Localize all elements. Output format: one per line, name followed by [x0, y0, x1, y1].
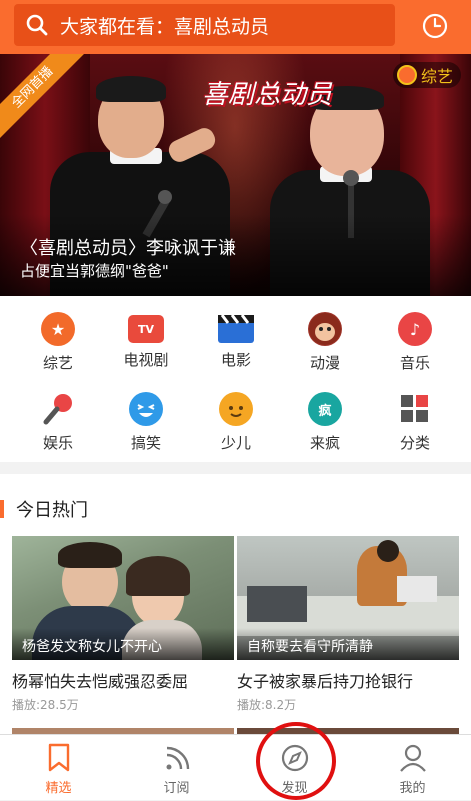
- category-kids[interactable]: 少儿: [196, 376, 276, 456]
- search-placeholder: 大家都在看：喜剧总动员: [60, 15, 270, 38]
- nav-featured[interactable]: 精选: [0, 735, 117, 801]
- clapperboard-icon: [218, 315, 254, 343]
- variety-tag-label: 综艺: [421, 67, 454, 86]
- section-title: 今日热门: [16, 500, 88, 521]
- top-header: 大家都在看：喜剧总动员: [0, 0, 471, 54]
- category-laifeng[interactable]: 疯 来疯: [285, 376, 365, 456]
- banner-title: 〈喜剧总动员〉李咏讽于谦: [20, 238, 236, 259]
- category-anime[interactable]: 动漫: [285, 296, 365, 376]
- category-label: 娱乐: [42, 434, 73, 452]
- category-label: 分类: [399, 434, 430, 452]
- nav-label: 订阅: [163, 781, 190, 796]
- category-label: 音乐: [399, 354, 430, 372]
- category-label: 电视剧: [123, 351, 169, 369]
- category-entertainment[interactable]: 娱乐: [18, 376, 98, 456]
- monkey-icon: [308, 312, 342, 346]
- tv-icon: TV: [128, 315, 164, 343]
- video-title: 女子被家暴后持刀抢银行: [237, 672, 414, 691]
- video-play-count: 播放:8.2万: [237, 698, 297, 712]
- category-movie[interactable]: 电影: [196, 296, 276, 376]
- star-icon: ★: [41, 312, 75, 346]
- category-all[interactable]: 分类: [375, 376, 455, 456]
- user-icon: [399, 744, 426, 772]
- highlight-annotation-circle: [256, 722, 336, 800]
- rss-icon: [166, 746, 189, 770]
- section-accent-bar: [0, 500, 4, 518]
- video-title: 杨幂怕失去恺威强忍委屈: [12, 672, 189, 691]
- video-play-count: 播放:28.5万: [12, 698, 79, 712]
- show-logo: 喜剧总动员: [202, 80, 333, 110]
- youku-logo-icon: [397, 65, 417, 85]
- nav-profile[interactable]: 我的: [354, 735, 471, 801]
- category-variety[interactable]: ★ 综艺: [18, 296, 98, 376]
- laifeng-icon: 疯: [308, 392, 342, 426]
- bottom-navigation: 精选 订阅 发现 我的: [0, 734, 471, 800]
- category-music[interactable]: ♪ 音乐: [375, 296, 455, 376]
- nav-subscribe[interactable]: 订阅: [118, 735, 235, 801]
- category-label: 来疯: [309, 434, 340, 452]
- microphone-icon: [41, 392, 75, 426]
- video-caption: 自称要去看守所清静: [237, 628, 459, 660]
- hot-section: 今日热门 杨爸发文称女儿不开心 杨幂怕失去恺威强忍委屈 播放:28.5万 自称要…: [0, 474, 471, 734]
- grid-icon: [398, 392, 432, 426]
- banner-subtitle: 占便宜当郭德纲"爸爸": [20, 262, 169, 280]
- category-tv[interactable]: TV 电视剧: [106, 296, 186, 376]
- featured-banner[interactable]: 喜剧总动员 全网首播 综艺 〈喜剧总动员〉李咏讽于谦 占便宜当郭德纲"爸爸": [0, 54, 471, 296]
- search-bar[interactable]: 大家都在看：喜剧总动员: [14, 4, 395, 46]
- category-label: 少儿: [220, 434, 251, 452]
- nav-label: 我的: [399, 781, 426, 796]
- video-thumbnail: 自称要去看守所清静: [237, 536, 459, 660]
- category-label: 电影: [220, 351, 251, 369]
- category-funny[interactable]: 搞笑: [106, 376, 186, 456]
- laugh-face-icon: [129, 392, 163, 426]
- nav-label: 精选: [45, 781, 72, 796]
- category-label: 综艺: [42, 354, 73, 372]
- video-card[interactable]: 杨爸发文称女儿不开心 杨幂怕失去恺威强忍委屈 播放:28.5万: [12, 536, 234, 713]
- category-grid: ★ 综艺 TV 电视剧 电影 动漫 ♪ 音乐 娱乐 搞笑 少儿 疯 来疯 分类: [0, 296, 471, 462]
- category-label: 动漫: [309, 354, 340, 372]
- child-face-icon: [219, 392, 253, 426]
- variety-tag: 综艺: [393, 62, 462, 88]
- clock-icon: [422, 13, 448, 39]
- category-label: 搞笑: [130, 434, 161, 452]
- history-button[interactable]: [415, 6, 455, 46]
- video-card[interactable]: 自称要去看守所清静 女子被家暴后持刀抢银行 播放:8.2万: [237, 536, 459, 713]
- video-caption: 杨爸发文称女儿不开心: [12, 628, 234, 660]
- bookmark-icon: [48, 743, 69, 772]
- search-icon: [26, 14, 48, 36]
- video-thumbnail: 杨爸发文称女儿不开心: [12, 536, 234, 660]
- music-note-icon: ♪: [398, 312, 432, 346]
